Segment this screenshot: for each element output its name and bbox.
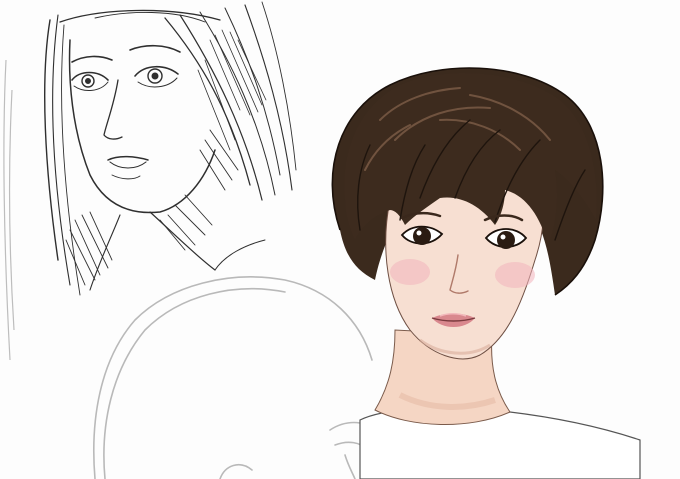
pencil-sketch-woman <box>44 1 297 296</box>
faint-head-construction <box>93 276 373 479</box>
colored-bob-portrait <box>331 67 641 479</box>
artwork-canvas <box>0 0 680 479</box>
artwork-svg <box>3 1 641 479</box>
left-edge-stray-lines <box>3 59 15 361</box>
